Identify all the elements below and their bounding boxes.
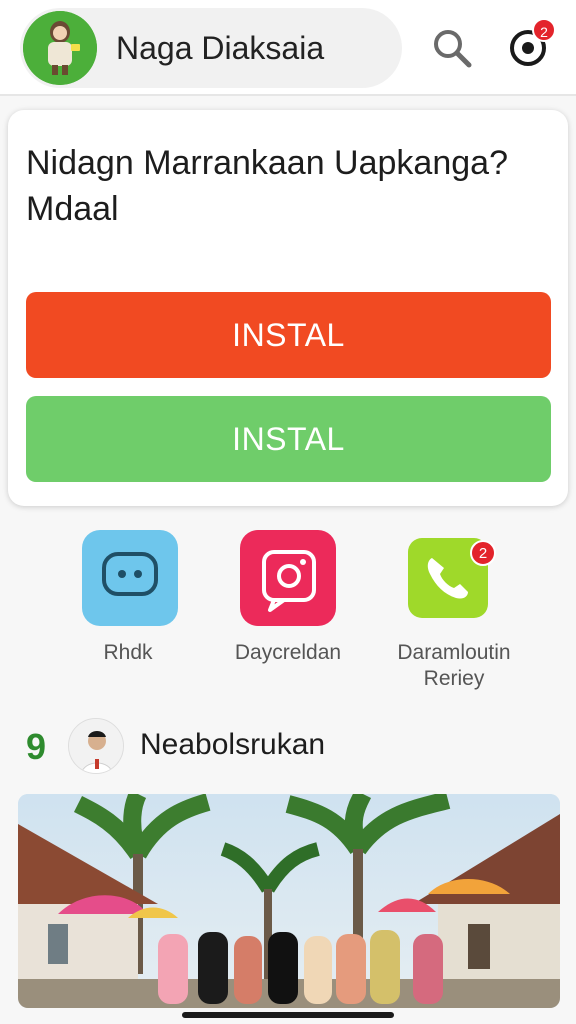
- app-item-daramloutin[interactable]: 2 Daramloutin Reriey: [374, 530, 534, 700]
- feed-photo[interactable]: [18, 794, 560, 1008]
- app-title: Naga Diaksaia: [116, 30, 325, 66]
- app-screen: Naga Diaksaia 2 Nidagn Marrankaan Uapkan…: [0, 0, 576, 1024]
- chat-bubble-icon: [82, 530, 178, 626]
- install-card: Nidagn Marrankaan Uapkanga? Mdaal INSTAL…: [8, 110, 568, 506]
- camera-icon: [240, 530, 336, 626]
- app-badge: 2: [470, 540, 496, 566]
- top-bar: Naga Diaksaia 2: [0, 0, 576, 96]
- person-avatar: [69, 719, 123, 773]
- avatar-illustration: [23, 11, 97, 85]
- avatar[interactable]: [23, 11, 97, 85]
- app-label: Daycreldan: [234, 641, 342, 664]
- profile-pill[interactable]: Naga Diaksaia: [20, 8, 402, 88]
- notification-badge: 2: [532, 18, 556, 42]
- feed-avatar[interactable]: [68, 718, 124, 774]
- install-button-primary[interactable]: INSTAL: [26, 292, 551, 378]
- app-item-daycreldan[interactable]: Daycreldan: [208, 530, 368, 690]
- feed-user-name[interactable]: Neabolsrukan: [140, 728, 325, 762]
- app-item-rhdk[interactable]: Rhdk: [48, 530, 208, 690]
- home-indicator[interactable]: [182, 1012, 394, 1018]
- search-icon: [434, 30, 472, 68]
- card-question: Nidagn Marrankaan Uapkanga? Mdaal: [26, 144, 508, 228]
- app-label: Rhdk: [103, 641, 153, 664]
- village-scene-image: [18, 794, 560, 1008]
- install-button-secondary[interactable]: INSTAL: [26, 396, 551, 482]
- search-button[interactable]: [428, 24, 476, 72]
- app-label: Daramloutin Reriey: [397, 641, 511, 690]
- feed-number: 9: [26, 726, 47, 767]
